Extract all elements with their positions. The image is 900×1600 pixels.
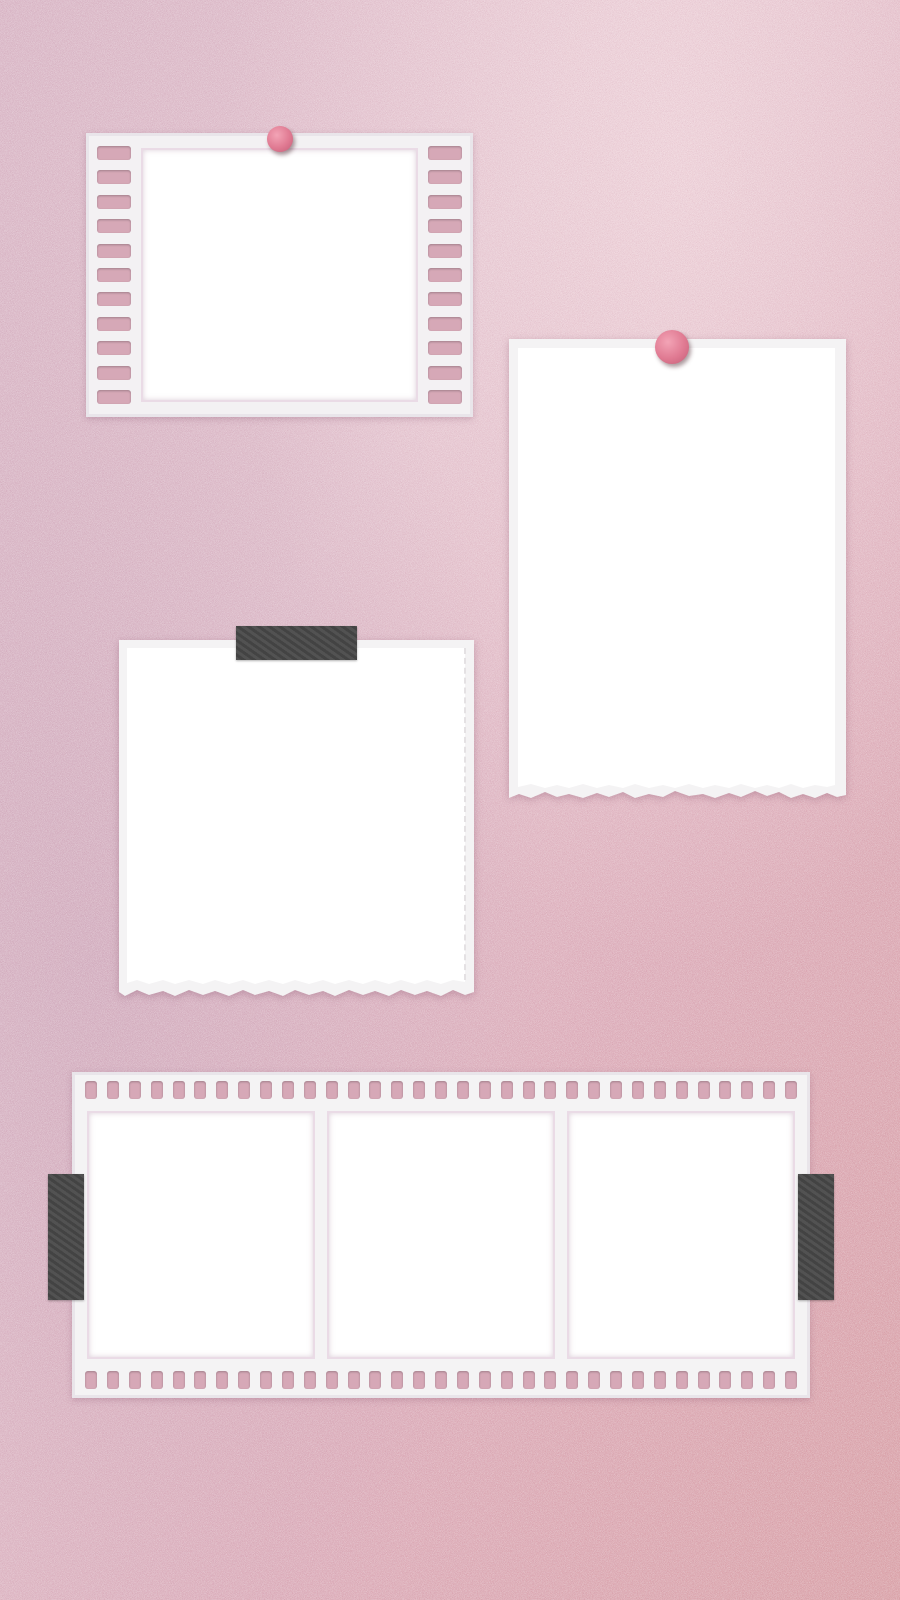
sprocket-holes-left [97,146,131,404]
photo-slot-tall-paper[interactable] [520,350,835,780]
sprocket-holes-top [85,1081,797,1099]
sprocket-holes-bottom [85,1371,797,1389]
photo-slot-taped-paper[interactable] [129,650,462,980]
photo-slot-strip-2[interactable] [327,1111,555,1359]
vertical-film-frame [86,133,473,417]
pushpin-icon [267,126,293,152]
film-frames [87,1111,795,1359]
tape-strip-right-icon [798,1174,834,1300]
horizontal-film-strip [72,1072,810,1398]
tape-strip-left-icon [48,1174,84,1300]
photo-slot-strip-3[interactable] [567,1111,795,1359]
photo-slot-film-frame[interactable] [141,148,418,402]
photo-slot-strip-1[interactable] [87,1111,315,1359]
sprocket-holes-right [428,146,462,404]
pushpin-icon [655,330,689,364]
tape-strip-icon [236,626,357,660]
